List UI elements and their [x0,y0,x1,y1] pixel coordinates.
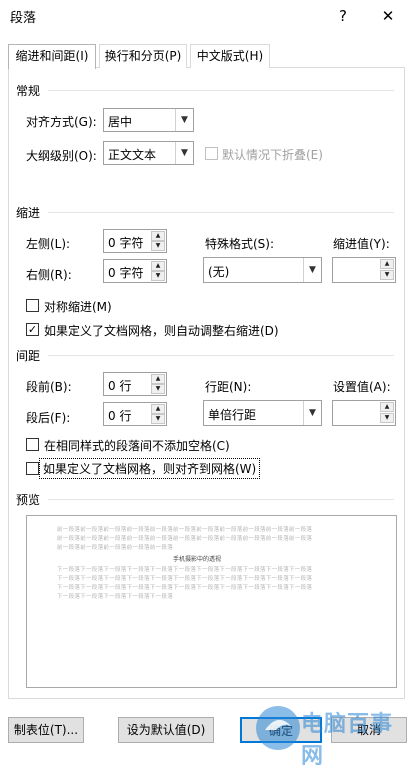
spacing-at-label: 设置值(A): [333,380,391,394]
spacing-before-spinner[interactable]: 0 行 ▲ ▼ [103,372,167,396]
preview-current-paragraph: 手机摄影中的透视 [173,556,222,563]
separator [48,355,394,356]
preview-next-line: 下一段落下一段落下一段落下一段落下一段落下一段落下一段落下一段落下一段落下一段落… [57,576,313,582]
indent-right-label: 右侧(R): [26,268,72,282]
spacing-at-spinner[interactable]: ▲ ▼ [332,400,396,426]
outline-level-label: 大纲级别(O): [26,149,97,163]
spin-up-icon[interactable]: ▲ [151,261,165,271]
no-space-same-style-checkbox[interactable] [26,438,39,451]
indent-right-spinner[interactable]: 0 字符 ▲ ▼ [103,259,167,283]
alignment-label: 对齐方式(G): [26,115,97,129]
spin-down-icon[interactable]: ▼ [151,271,165,281]
auto-adjust-label: 如果定义了文档网格，则自动调整右缩进(D) [44,324,279,338]
spacing-after-label: 段后(F): [26,411,71,425]
collapse-checkbox[interactable] [205,147,218,160]
spacing-after-value: 0 行 [108,409,132,423]
separator [48,499,394,500]
chevron-down-icon: ▼ [175,142,193,164]
alignment-value: 居中 [108,115,133,129]
spin-up-icon[interactable]: ▲ [151,231,165,241]
spin-up-icon[interactable]: ▲ [380,259,394,269]
indent-left-value: 0 字符 [108,236,144,250]
tab-label: 缩进和间距(I) [15,49,89,63]
mirror-indent-label: 对称缩进(M) [44,300,112,314]
spin-down-icon[interactable]: ▼ [151,241,165,251]
tab-label: 中文版式(H) [196,49,264,63]
watermark-text: 电脑百事网 [301,712,394,769]
separator [48,212,394,213]
chevron-down-icon: ▼ [303,258,321,282]
section-general: 常规 [16,84,41,98]
special-indent-value: (无) [208,265,230,279]
close-icon[interactable]: ✕ [373,4,403,28]
auto-adjust-checkbox[interactable]: ✓ [26,323,39,336]
set-default-button[interactable]: 设为默认值(D) [118,717,214,743]
no-space-same-style-label: 在相同样式的段落间不添加空格(C) [44,439,230,453]
preview-prev-line: 前一段落前一段落前一段落前一段落前一段落前一段落前一段落前一段落前一段落前一段落… [57,527,313,533]
spacing-before-label: 段前(B): [26,380,72,394]
tabs-button[interactable]: 制表位(T)... [8,717,84,743]
collapse-label: 默认情况下折叠(E) [222,148,323,162]
section-spacing: 间距 [16,349,41,363]
dialog-title: 段落 [10,11,37,26]
spin-down-icon[interactable]: ▼ [151,414,165,424]
preview-next-line: 下一段落下一段落下一段落下一段落下一段落 [57,594,174,600]
tab-line-page-breaks[interactable]: 换行和分页(P) [99,44,187,68]
line-spacing-select[interactable]: 单倍行距 ▼ [203,400,322,426]
snap-to-grid-checkbox[interactable] [26,462,39,475]
tab-asian-typography[interactable]: 中文版式(H) [190,44,270,68]
snap-to-grid-label: 如果定义了文档网格，则对齐到网格(W) [39,458,261,479]
section-indentation: 缩进 [16,206,41,220]
preview-next-line: 下一段落下一段落下一段落下一段落下一段落下一段落下一段落下一段落下一段落下一段落… [57,585,313,591]
spin-up-icon[interactable]: ▲ [380,402,394,412]
special-indent-select[interactable]: (无) ▼ [203,257,322,283]
spin-up-icon[interactable]: ▲ [151,404,165,414]
line-spacing-label: 行距(N): [205,380,252,394]
watermark: 电脑百事网 [243,700,413,769]
spin-down-icon[interactable]: ▼ [380,413,394,423]
outline-level-value: 正文文本 [108,148,157,162]
spin-up-icon[interactable]: ▲ [151,374,165,384]
line-spacing-value: 单倍行距 [208,408,257,422]
spin-down-icon[interactable]: ▼ [151,384,165,394]
special-indent-label: 特殊格式(S): [205,237,275,251]
chevron-down-icon: ▼ [175,109,193,131]
alignment-select[interactable]: 居中 ▼ [103,108,194,132]
outline-level-select[interactable]: 正文文本 ▼ [103,141,194,165]
spacing-after-spinner[interactable]: 0 行 ▲ ▼ [103,402,167,426]
separator [48,90,394,91]
spin-down-icon[interactable]: ▼ [380,270,394,280]
indent-left-spinner[interactable]: 0 字符 ▲ ▼ [103,229,167,253]
mirror-indent-checkbox[interactable] [26,299,39,312]
indent-right-value: 0 字符 [108,266,144,280]
help-button[interactable]: ? [328,4,358,28]
section-preview: 预览 [16,493,41,507]
indent-by-label: 缩进值(Y): [333,237,390,251]
indent-by-spinner[interactable]: ▲ ▼ [332,257,396,283]
preview-prev-line: 前一段落前一段落前一段落前一段落前一段落 [57,545,174,551]
preview-next-line: 下一段落下一段落下一段落下一段落下一段落下一段落下一段落下一段落下一段落下一段落… [57,567,313,573]
spacing-before-value: 0 行 [108,379,132,393]
tab-label: 换行和分页(P) [104,49,182,63]
title-bar: 段落 ? ✕ [0,0,413,32]
preview-prev-line: 前一段落前一段落前一段落前一段落前一段落前一段落前一段落前一段落前一段落前一段落… [57,536,313,542]
preview-pane: 前一段落前一段落前一段落前一段落前一段落前一段落前一段落前一段落前一段落前一段落… [26,515,397,688]
tab-indent-spacing[interactable]: 缩进和间距(I) [8,44,96,69]
chevron-down-icon: ▼ [303,401,321,425]
indent-left-label: 左侧(L): [26,237,71,251]
